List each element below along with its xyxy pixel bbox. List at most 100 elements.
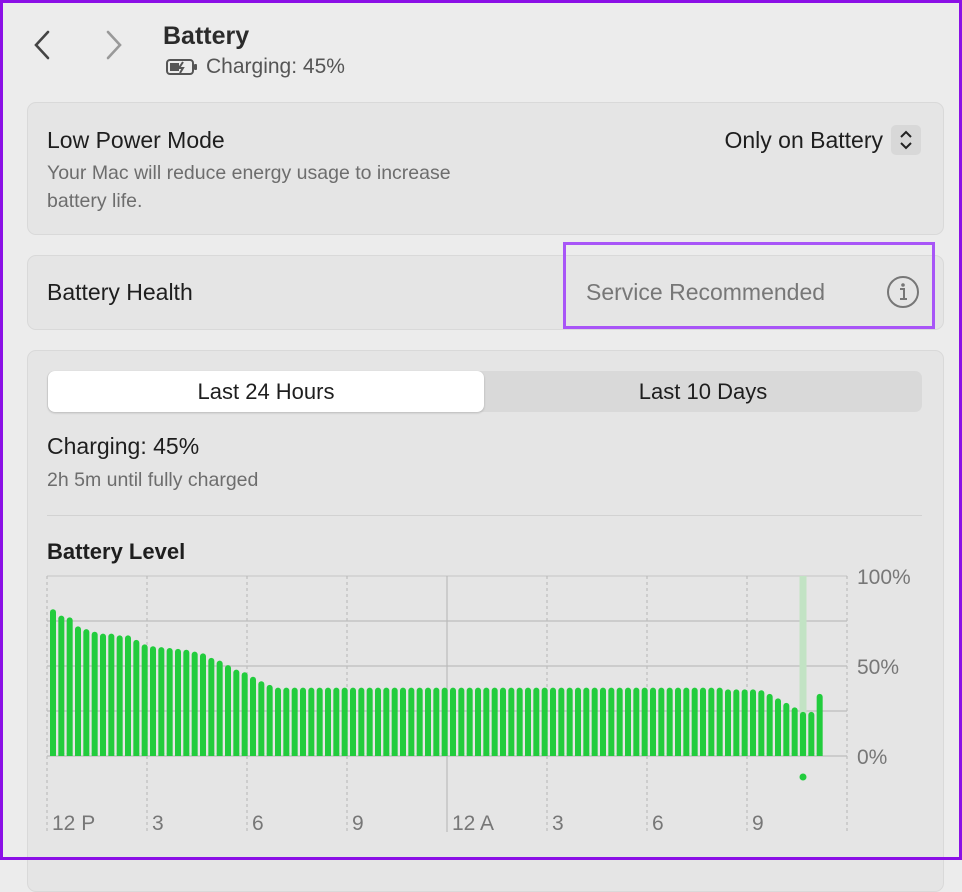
battery-bar — [83, 629, 90, 756]
battery-bar-base — [475, 753, 481, 756]
battery-bar — [183, 649, 190, 756]
battery-bar — [583, 687, 590, 756]
battery-bar-base — [241, 753, 248, 756]
battery-bar-base — [700, 753, 706, 756]
battery-bar-base — [566, 753, 573, 756]
battery-bar — [216, 660, 223, 756]
battery-bar-base — [341, 753, 348, 756]
battery-bar — [808, 711, 815, 756]
battery-bar — [358, 687, 365, 756]
charging-marker-dot — [799, 773, 807, 781]
battery-bar — [766, 693, 773, 756]
battery-bar-base — [250, 753, 256, 756]
battery-bar — [758, 690, 765, 756]
battery-bar-base — [583, 753, 590, 756]
battery-bar — [725, 689, 731, 756]
battery-bar — [458, 687, 465, 756]
battery-bar — [658, 687, 665, 756]
battery-bar — [783, 702, 790, 756]
battery-bar — [400, 687, 406, 756]
battery-bar — [666, 687, 673, 756]
battery-bar — [608, 687, 615, 756]
battery-bar — [416, 687, 423, 756]
battery-charging-icon — [166, 59, 197, 75]
battery-bar — [391, 687, 398, 756]
battery-bar — [675, 687, 681, 756]
battery-bar — [558, 687, 565, 756]
tab-last-10-days[interactable]: Last 10 Days — [484, 371, 922, 412]
battery-bar-base — [433, 753, 440, 756]
battery-bar — [208, 657, 215, 756]
battery-bar-base — [275, 753, 281, 756]
battery-bar — [441, 687, 448, 756]
battery-bar — [375, 687, 381, 756]
battery-bar-base — [708, 753, 715, 756]
forward-button[interactable] — [102, 28, 126, 71]
battery-bar — [100, 633, 106, 756]
tab-last-24-hours[interactable]: Last 24 Hours — [48, 371, 484, 412]
battery-bar — [800, 711, 806, 756]
battery-bar-base — [766, 753, 773, 756]
battery-bar-base — [550, 753, 556, 756]
battery-bar-base — [500, 753, 506, 756]
battery-bar-base — [183, 753, 190, 756]
battery-bar-base — [116, 753, 123, 756]
battery-bar-base — [150, 753, 156, 756]
battery-bar-base — [683, 753, 690, 756]
battery-bar-base — [741, 753, 748, 756]
battery-bar-base — [125, 753, 131, 756]
battery-bar-base — [291, 753, 298, 756]
battery-bar — [366, 687, 373, 756]
battery-bar — [350, 687, 356, 756]
battery-bar-base — [625, 753, 631, 756]
battery-bar-base — [50, 753, 56, 756]
up-down-chevron-icon — [891, 125, 921, 155]
x-tick-label: 6 — [252, 812, 264, 835]
header-status: Charging: 45% — [166, 55, 345, 79]
battery-bar-base — [691, 753, 698, 756]
battery-bar-base — [533, 753, 540, 756]
battery-bar — [816, 693, 823, 756]
battery-bar — [425, 687, 431, 756]
battery-bar — [116, 635, 123, 756]
battery-bar — [600, 687, 606, 756]
battery-bar-base — [383, 753, 390, 756]
y-tick-label: 0% — [857, 746, 887, 769]
battery-bar-base — [791, 753, 798, 756]
battery-bar-base — [266, 753, 273, 756]
battery-bar-base — [391, 753, 398, 756]
x-tick-label: 12 A — [452, 812, 494, 835]
battery-bar-base — [483, 753, 490, 756]
battery-bar-base — [375, 753, 381, 756]
battery-bar-base — [233, 753, 240, 756]
battery-bar — [166, 648, 173, 756]
battery-bar-base — [800, 753, 806, 756]
battery-bar — [541, 687, 548, 756]
battery-bar — [650, 687, 656, 756]
chevron-left-icon — [34, 30, 50, 60]
battery-bar-base — [558, 753, 565, 756]
x-tick-label: 3 — [152, 812, 164, 835]
low-power-mode-select[interactable]: Only on Battery — [724, 125, 921, 155]
battery-bar-base — [258, 753, 265, 756]
battery-bar — [708, 687, 715, 756]
battery-bar-base — [616, 753, 623, 756]
battery-bar-base — [366, 753, 373, 756]
battery-bar-base — [658, 753, 665, 756]
battery-bar-base — [783, 753, 790, 756]
battery-bar — [283, 687, 290, 756]
y-tick-label: 100% — [857, 566, 911, 589]
back-button[interactable] — [30, 28, 54, 71]
battery-bar-base — [725, 753, 731, 756]
battery-bar-base — [441, 753, 448, 756]
x-tick-label: 6 — [652, 812, 664, 835]
battery-bar — [241, 672, 248, 756]
battery-bar-base — [283, 753, 290, 756]
battery-bar-base — [458, 753, 465, 756]
battery-bar — [291, 687, 298, 756]
battery-bar-base — [400, 753, 406, 756]
battery-bar-base — [225, 753, 231, 756]
battery-bar — [616, 687, 623, 756]
battery-bar — [641, 687, 648, 756]
battery-bar — [225, 665, 231, 756]
